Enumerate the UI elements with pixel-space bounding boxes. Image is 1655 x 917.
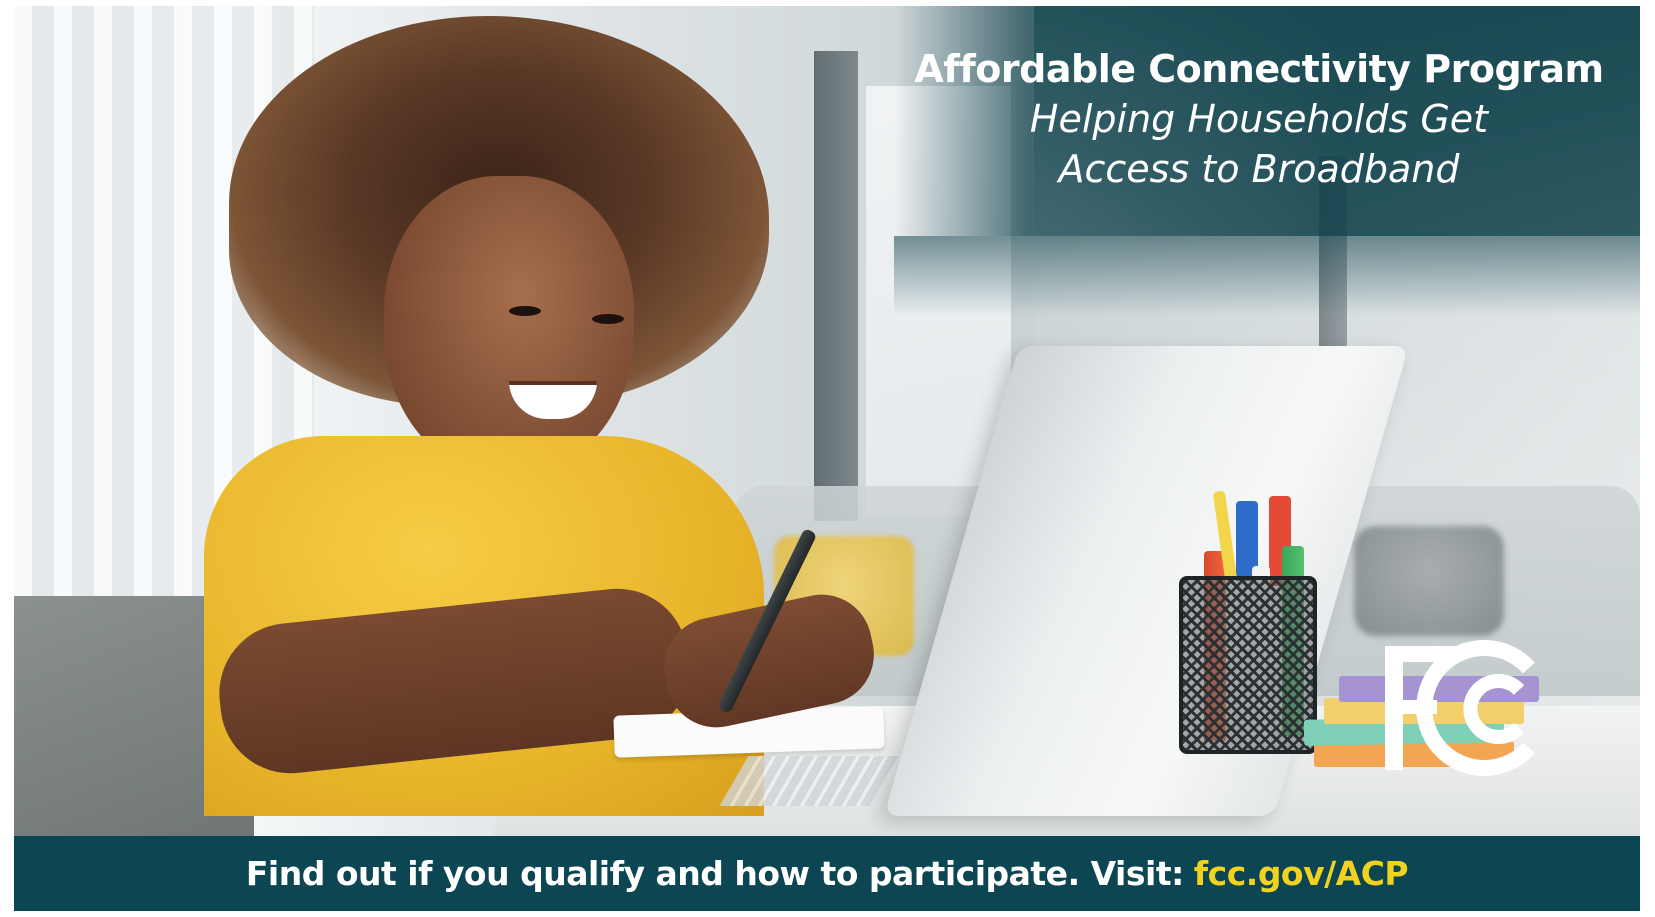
program-name: Affordable Connectivity Program [914,47,1604,91]
grey-pillow [1354,526,1504,636]
girl-eye-left [509,306,541,316]
laptop-keyboard [719,756,899,806]
footer-bar: Find out if you qualify and how to parti… [14,836,1640,911]
tagline-line-1: Helping Households Get [1029,97,1489,141]
pencil-cup [1179,576,1317,754]
girl-eye-right [592,314,624,324]
banner-title: Affordable Connectivity Program Helping … [894,44,1624,194]
fcc-logo-graphic [1385,640,1535,776]
window-frame [814,51,858,521]
footer-message: Find out if you qualify and how to parti… [245,854,1184,893]
fcc-logo-icon [1379,638,1549,778]
acp-banner: Affordable Connectivity Program Helping … [14,6,1640,911]
girl-face [384,176,634,476]
acp-link[interactable]: fcc.gov/ACP [1194,854,1409,893]
tagline-line-2: Access to Broadband [1058,147,1460,191]
